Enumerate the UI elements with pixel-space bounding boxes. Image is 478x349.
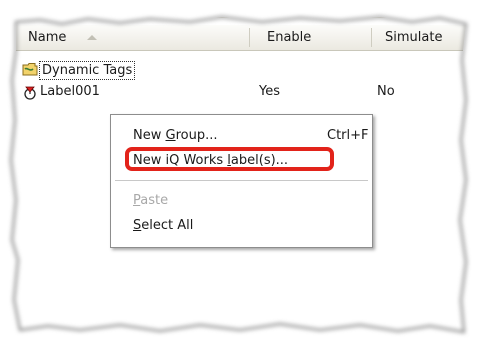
torn-edge-shape bbox=[0, 0, 478, 349]
torn-paper-frame bbox=[0, 0, 478, 349]
